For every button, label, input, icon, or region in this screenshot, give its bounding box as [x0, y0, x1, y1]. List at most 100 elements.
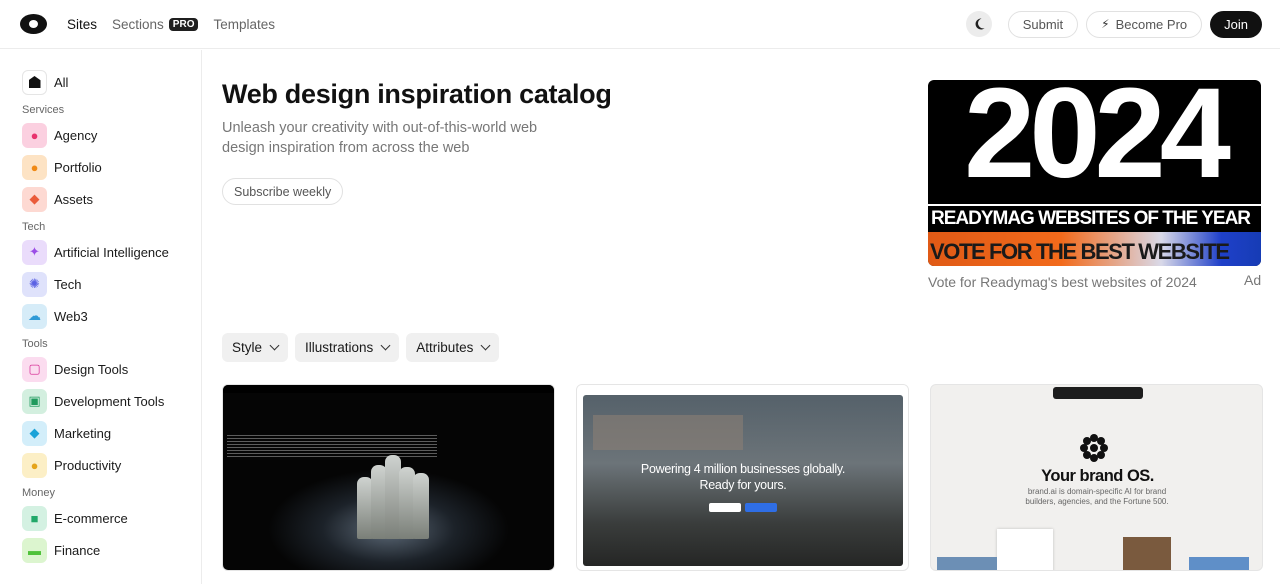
chevron-down-icon: [380, 340, 391, 351]
card-headline-line1: Powering 4 million businesses globally.: [640, 462, 846, 476]
subscribe-label: Subscribe weekly: [234, 184, 332, 199]
sidebar-item-tech[interactable]: ✺ Tech: [22, 268, 201, 300]
sidebar-item-design-tools[interactable]: ▢ Design Tools: [22, 353, 201, 385]
category-icon: ▢: [22, 356, 47, 382]
top-bar: Sites Sections PRO Templates Submit ⚡ Beco…: [0, 0, 1280, 49]
card-nav-pill: [1053, 387, 1143, 399]
sidebar-item-label: Development Tools: [54, 393, 165, 409]
category-icon: ◆: [22, 420, 47, 446]
category-icon: ●: [22, 154, 47, 180]
filter-attributes[interactable]: Attributes: [406, 333, 500, 362]
sidebar: All Services ● Agency ● Portfolio ◆ Assets Tech…: [0, 50, 202, 584]
nav-sections-label: Sections: [112, 16, 164, 32]
sidebar-item-label: Artificial Intelligence: [54, 244, 169, 260]
nav-templates[interactable]: Templates: [213, 17, 275, 32]
nav-sites-label: Sites: [67, 16, 98, 32]
sidebar-item-agency[interactable]: ● Agency: [22, 119, 201, 151]
filter-style[interactable]: Style: [222, 333, 289, 362]
card-photo: Powering 4 million businesses globally. …: [583, 395, 903, 566]
card-tile: [1189, 557, 1249, 570]
logo-icon[interactable]: [20, 14, 47, 34]
sidebar-group-title: Services: [22, 104, 65, 116]
nav-sections[interactable]: Sections PRO: [112, 16, 199, 32]
ad-label: Ad: [1244, 272, 1262, 288]
sidebar-item-label: E-commerce: [54, 510, 128, 526]
sidebar-item-portfolio[interactable]: ● Portfolio: [22, 151, 201, 183]
top-actions: Submit ⚡ Become Pro Join: [965, 10, 1262, 38]
sidebar-item-label: All: [54, 74, 69, 90]
pro-badge: PRO: [168, 17, 199, 31]
filter-illustrations[interactable]: Illustrations: [295, 333, 400, 362]
join-label: Join: [1224, 16, 1248, 32]
filter-label: Style: [232, 340, 263, 355]
sidebar-item-label: Assets: [54, 191, 94, 207]
sidebar-group-title: Tools: [22, 338, 48, 350]
category-icon: ◆: [22, 186, 47, 212]
asterisk-logo-icon: [1080, 434, 1108, 462]
card-people-image: [355, 449, 430, 539]
sidebar-group-title: Money: [22, 487, 56, 499]
card-awning: [593, 415, 743, 450]
ad-caption[interactable]: Vote for Readymag's best websites of 202…: [928, 272, 1198, 292]
category-icon: ▬: [22, 537, 47, 563]
filter-label: Attributes: [416, 340, 474, 355]
sidebar-item-artificial-intelligence[interactable]: ✦ Artificial Intelligence: [22, 236, 201, 268]
join-button[interactable]: Join: [1210, 10, 1262, 38]
submit-button[interactable]: Submit: [1007, 10, 1079, 38]
card-tile: [997, 529, 1053, 570]
ad-vote-text: VOTE FOR THE BEST WEBSITE: [930, 239, 1230, 264]
category-icon: ✦: [22, 239, 47, 265]
sidebar-item-finance[interactable]: ▬ Finance: [22, 534, 201, 566]
sidebar-item-label: Finance: [54, 542, 101, 558]
filter-bar: Style Illustrations Attributes: [222, 333, 500, 362]
ad-band-text: READYMAG WEBSITES OF THE YEAR: [928, 204, 1261, 230]
site-card[interactable]: Your brand OS. brand.ai is domain-specif…: [930, 384, 1263, 571]
ad-banner[interactable]: 2024 READYMAG WEBSITES OF THE YEAR VOTE …: [928, 80, 1261, 266]
main-nav: Sites Sections PRO Templates: [67, 17, 275, 32]
category-icon: ▣: [22, 388, 47, 414]
become-pro-label: Become Pro: [1115, 16, 1188, 32]
card-headline: Your brand OS.: [1041, 467, 1154, 485]
category-icon: ☁: [22, 303, 47, 329]
bolt-icon: ⚡: [1101, 17, 1110, 31]
chevron-down-icon: [269, 340, 280, 351]
category-icon: ✺: [22, 271, 47, 297]
card-headline-line2: Ready for yours.: [699, 478, 787, 492]
page-subtitle: Unleash your creativity with out-of-this…: [222, 120, 538, 156]
nav-sites[interactable]: Sites: [67, 17, 97, 32]
sidebar-item-all[interactable]: All: [22, 66, 201, 98]
filter-label: Illustrations: [305, 340, 374, 355]
category-icon: ●: [22, 452, 47, 478]
card-tile: [937, 557, 997, 570]
page-title: Web design inspiration catalog: [222, 79, 612, 109]
sidebar-item-label: Agency: [54, 127, 98, 143]
sidebar-item-assets[interactable]: ◆ Assets: [22, 183, 201, 215]
sidebar-item-productivity[interactable]: ● Productivity: [22, 449, 201, 481]
card-cta-buttons: [709, 503, 777, 512]
site-card[interactable]: [222, 384, 555, 571]
nav-templates-label: Templates: [213, 16, 275, 32]
sidebar-item-web3[interactable]: ☁ Web3: [22, 300, 201, 332]
sidebar-item-label: Web3: [54, 308, 88, 324]
ad-year: 2024: [964, 80, 1231, 205]
sidebar-item-development-tools[interactable]: ▣ Development Tools: [22, 385, 201, 417]
submit-label: Submit: [1022, 16, 1064, 32]
sidebar-item-label: Design Tools: [54, 361, 129, 377]
chevron-down-icon: [480, 340, 491, 351]
card-subtext: brand.ai is domain-specific AI for brand…: [1025, 487, 1169, 506]
category-icon: ●: [22, 122, 47, 148]
subscribe-weekly-button[interactable]: Subscribe weekly: [222, 178, 344, 205]
category-icon: ■: [22, 505, 47, 531]
sidebar-item-e-commerce[interactable]: ■ E-commerce: [22, 502, 201, 534]
sidebar-item-marketing[interactable]: ◆ Marketing: [22, 417, 201, 449]
sidebar-item-label: Marketing: [54, 425, 112, 441]
theme-toggle[interactable]: [965, 11, 992, 37]
site-card[interactable]: Powering 4 million businesses globally. …: [576, 384, 909, 571]
sidebar-item-label: Portfolio: [54, 159, 102, 175]
card-header-bar: [223, 385, 554, 393]
sidebar-group-title: Tech: [22, 221, 46, 233]
card-nav: [577, 385, 908, 395]
sidebar-item-label: Tech: [54, 276, 82, 292]
become-pro-button[interactable]: ⚡ Become Pro: [1086, 10, 1203, 38]
moon-icon: [975, 18, 985, 30]
